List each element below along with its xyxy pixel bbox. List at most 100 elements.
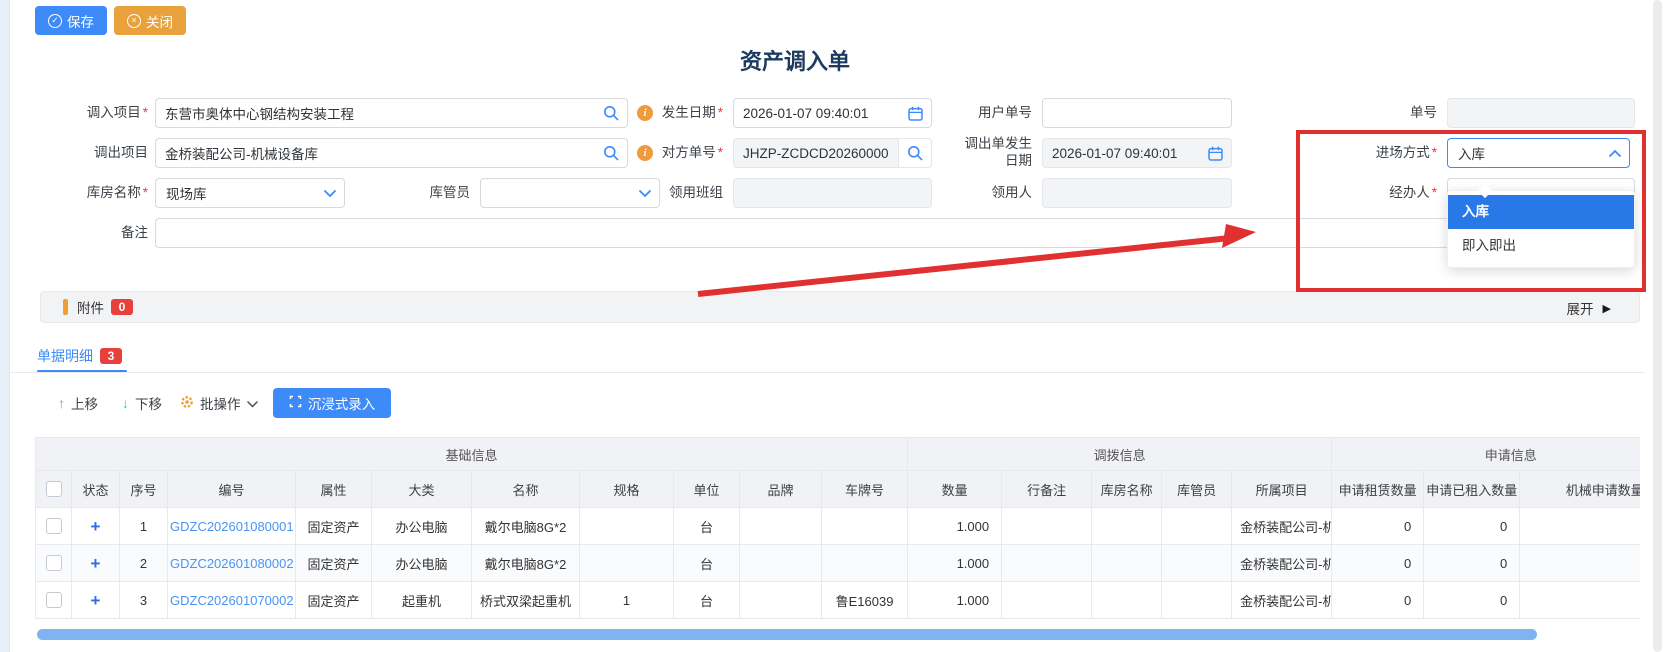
row-status-cell[interactable]: +: [72, 508, 120, 545]
tab-separator: [10, 372, 1645, 373]
grid-group-header-row: 基础信息调拨信息申请信息: [36, 438, 1641, 471]
transfer-in-project-field[interactable]: [155, 98, 628, 128]
attachments-label: 附件: [77, 297, 104, 317]
transfer-in-project-label: 调入项目*: [18, 98, 148, 128]
table-cell: [1092, 582, 1162, 619]
table-cell: 1: [580, 582, 674, 619]
remark-input[interactable]: [156, 226, 1631, 241]
close-button[interactable]: × 关闭: [114, 6, 186, 35]
table-cell: 2: [120, 545, 168, 582]
row-checkbox-cell[interactable]: [36, 582, 72, 619]
requisition-team-label: 领用班组: [593, 178, 723, 208]
transfer-out-project-input[interactable]: [156, 146, 603, 161]
asset-code-link[interactable]: GDZC202601080002: [168, 545, 296, 582]
batch-ops-button[interactable]: 批操作: [180, 388, 258, 418]
row-checkbox[interactable]: [46, 518, 62, 534]
grid-column-header: 编号: [168, 471, 296, 508]
warehouse-name-select[interactable]: 现场库: [155, 178, 345, 208]
grid-group-header: 申请信息: [1332, 438, 1640, 471]
asset-transfer-in-page: ✓ 保存 × 关闭 资产调入单 调入项目* i 发生日期* 用户单号 单号 调出…: [0, 0, 1672, 652]
table-cell: [1520, 545, 1640, 582]
immersive-entry-button[interactable]: 沉浸式录入: [273, 388, 391, 418]
requisition-person-field: [1042, 178, 1232, 208]
grid-column-header: 规格: [580, 471, 674, 508]
row-checkbox-cell[interactable]: [36, 545, 72, 582]
grid-column-header: 申请租赁数量: [1332, 471, 1424, 508]
save-button[interactable]: ✓ 保存: [35, 6, 107, 35]
row-checkbox-cell[interactable]: [36, 508, 72, 545]
occur-date-input[interactable]: [734, 106, 908, 121]
expand-row-icon[interactable]: +: [91, 591, 101, 610]
grid-column-header: 序号: [120, 471, 168, 508]
row-status-cell[interactable]: +: [72, 545, 120, 582]
partner-doc-no-input: [734, 146, 898, 161]
tab-detail-label: 单据明细: [37, 346, 93, 366]
expand-row-icon[interactable]: +: [91, 554, 101, 573]
table-cell: 金桥装配公司-机: [1232, 582, 1332, 619]
grid-column-header: 所属项目: [1232, 471, 1332, 508]
expand-row-icon[interactable]: +: [91, 517, 101, 536]
grid-column-header: 库房名称: [1092, 471, 1162, 508]
table-cell: 台: [674, 545, 740, 582]
table-cell: [1002, 508, 1092, 545]
row-checkbox[interactable]: [46, 592, 62, 608]
grid-group-header: 调拨信息: [908, 438, 1332, 471]
chevron-up-icon: [1609, 150, 1621, 157]
gear-icon: [180, 395, 194, 412]
entry-mode-label: 进场方式*: [1307, 138, 1437, 168]
dropdown-option[interactable]: 即入即出: [1448, 229, 1634, 263]
user-doc-no-field[interactable]: [1042, 98, 1232, 128]
table-cell: 台: [674, 508, 740, 545]
grid-column-header: 机械申请数量: [1520, 471, 1640, 508]
asset-code-link[interactable]: GDZC202601080001: [168, 508, 296, 545]
move-down-label: 下移: [135, 393, 162, 413]
table-cell: [1002, 582, 1092, 619]
entry-mode-select[interactable]: 入库: [1447, 138, 1630, 168]
user-doc-no-input[interactable]: [1043, 106, 1231, 121]
entry-mode-options: 入库即入即出: [1448, 195, 1634, 263]
expand-toggle[interactable]: 展开 ▶: [1567, 292, 1611, 324]
table-cell: 0: [1424, 545, 1520, 582]
transfer-in-project-input[interactable]: [156, 106, 603, 121]
table-cell: [1092, 545, 1162, 582]
select-all-checkbox[interactable]: [46, 481, 62, 497]
table-cell: 1.000: [908, 545, 1002, 582]
tab-detail[interactable]: 单据明细 3: [37, 346, 122, 366]
grid-column-header: 名称: [472, 471, 580, 508]
move-up-button[interactable]: ↑ 上移: [58, 388, 98, 418]
table-cell: [822, 508, 908, 545]
attachments-bar[interactable]: 附件 0 展开 ▶: [40, 291, 1640, 323]
grid-header-checkbox-cell[interactable]: [36, 471, 72, 508]
table-cell: 0: [1332, 545, 1424, 582]
vertical-scrollbar[interactable]: [1653, 0, 1662, 652]
warehouse-keeper-label: 库管员: [340, 178, 470, 208]
table-cell: [1162, 545, 1232, 582]
detail-grid-container: 基础信息调拨信息申请信息 状态序号编号属性大类名称规格单位品牌车牌号数量行备注库…: [35, 437, 1640, 627]
tab-detail-count-badge: 3: [100, 348, 122, 364]
doc-no-label: 单号: [1307, 98, 1437, 128]
grid-column-header: 行备注: [1002, 471, 1092, 508]
grid-column-header: 数量: [908, 471, 1002, 508]
horizontal-scrollbar[interactable]: [37, 629, 1537, 640]
row-checkbox[interactable]: [46, 555, 62, 571]
dropdown-option[interactable]: 入库: [1448, 195, 1634, 229]
partner-doc-no-field[interactable]: [733, 138, 932, 168]
move-down-button[interactable]: ↓ 下移: [122, 388, 162, 418]
grid-column-header: 申请已租入数量: [1424, 471, 1520, 508]
handler-label: 经办人*: [1307, 178, 1437, 208]
out-doc-date-label: 调出单发生日期: [952, 136, 1032, 169]
remark-field[interactable]: [155, 218, 1632, 248]
search-icon[interactable]: [898, 139, 931, 167]
grid-column-header: 库管员: [1162, 471, 1232, 508]
left-gutter: [0, 0, 10, 652]
page-title: 资产调入单: [0, 44, 1590, 76]
table-cell: [1520, 582, 1640, 619]
row-status-cell[interactable]: +: [72, 582, 120, 619]
asset-code-link[interactable]: GDZC202601070002: [168, 582, 296, 619]
table-cell: [1162, 508, 1232, 545]
transfer-out-project-field[interactable]: [155, 138, 628, 168]
check-circle-icon: ✓: [48, 14, 62, 28]
grid-column-header: 大类: [372, 471, 472, 508]
table-cell: 桥式双梁起重机: [472, 582, 580, 619]
arrow-down-icon: ↓: [122, 395, 129, 411]
